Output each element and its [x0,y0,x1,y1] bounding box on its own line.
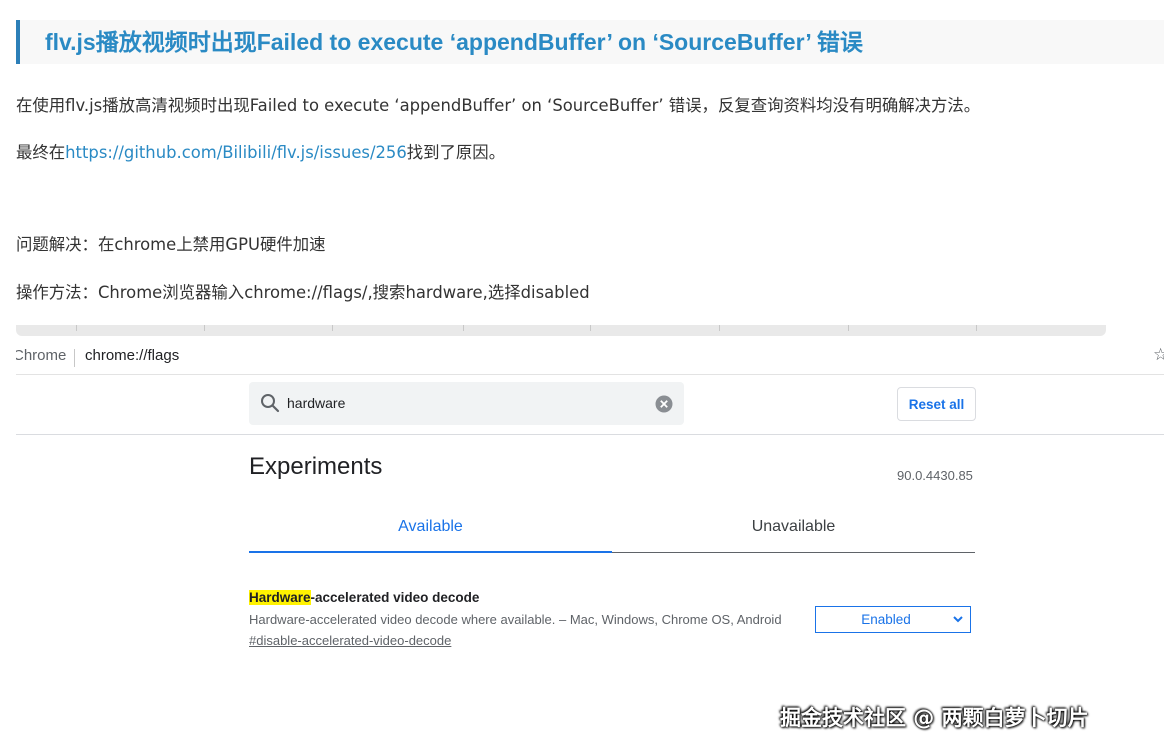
tab-separator [976,325,977,331]
paragraph-solution: 问题解决：在chrome上禁用GPU硬件加速 [16,235,326,254]
flag-state-value: Enabled [861,612,911,627]
tab-separator [204,325,205,331]
tab-separator [590,325,591,331]
chrome-flags-screenshot: Chrome chrome://flags ☆ hardware Reset a… [16,325,1164,752]
flags-search-box[interactable]: hardware [249,382,684,425]
address-divider [74,349,75,367]
tab-separator [463,325,464,331]
tab-separator [332,325,333,331]
browser-tab-strip [16,325,1106,336]
page-title: Experiments [249,453,383,480]
tab-separator [719,325,720,331]
chevron-down-icon [953,616,963,623]
clear-icon[interactable] [655,395,673,413]
header-divider [16,434,1164,435]
address-url[interactable]: chrome://flags [85,347,179,364]
flag-title-rest: -accelerated video decode [310,590,480,605]
search-icon [261,394,280,413]
paragraph-intro: 在使用flv.js播放高清视频时出现Failed to execute ‘app… [16,96,981,115]
watermark: 掘金技术社区 @ 两颗白萝卜切片 [780,706,1089,730]
address-bar[interactable]: Chrome chrome://flags ☆ [16,341,1164,375]
search-input[interactable]: hardware [287,395,345,411]
paragraph-source-suffix: 找到了原因。 [406,143,506,162]
reset-all-button[interactable]: Reset all [897,387,976,421]
flag-state-select[interactable]: Enabled [815,606,971,633]
flag-title: Hardware-accelerated video decode [249,590,479,605]
article-title-bar: flv.js播放视频时出现Failed to execute ‘appendBu… [16,20,1164,64]
paragraph-source-prefix: 最终在 [16,143,66,162]
paragraph-source: 最终在https://github.com/Bilibili/flv.js/is… [16,141,505,165]
flag-description: Hardware-accelerated video decode where … [249,612,782,627]
tab-unavailable[interactable]: Unavailable [612,505,975,553]
tab-available[interactable]: Available [249,505,612,553]
address-origin-label: Chrome [16,347,67,364]
article-title: flv.js播放视频时出现Failed to execute ‘appendBu… [45,29,863,55]
paragraph-method: 操作方法：Chrome浏览器输入chrome://flags/,搜索hardwa… [16,283,590,302]
page: flv.js播放视频时出现Failed to execute ‘appendBu… [0,0,1164,752]
github-issue-link[interactable]: https://github.com/Bilibili/flv.js/issue… [65,143,407,162]
tab-separator [76,325,77,331]
flag-title-highlight: Hardware [249,590,311,605]
flag-anchor-link[interactable]: #disable-accelerated-video-decode [249,633,451,648]
star-icon[interactable]: ☆ [1153,345,1164,365]
tab-separator [848,325,849,331]
version-label: 90.0.4430.85 [897,468,973,483]
